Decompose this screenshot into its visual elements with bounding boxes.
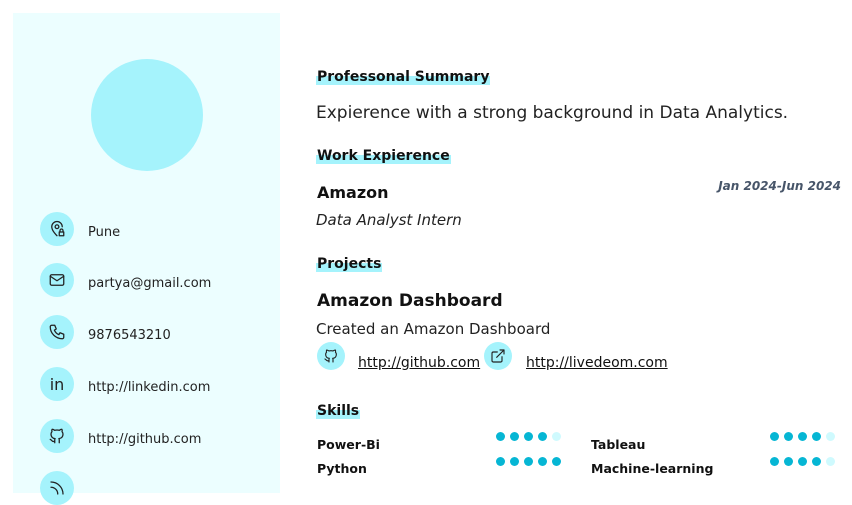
mail-icon (40, 263, 74, 297)
github-icon (40, 419, 74, 453)
contact-location: Pune (40, 212, 120, 246)
skill-name: Machine-learning (591, 461, 714, 476)
rating-dot-filled (524, 432, 533, 441)
job-role: Data Analyst Intern (316, 211, 462, 229)
contact-phone: 9876543210 (40, 315, 171, 349)
rating-dot-empty (826, 432, 835, 441)
skill-rating (496, 432, 561, 441)
phone-text: 9876543210 (88, 328, 171, 343)
external-link-icon[interactable] (484, 342, 512, 370)
rating-dot-filled (784, 457, 793, 466)
github-link-icon[interactable] (317, 342, 345, 370)
rating-dot-filled (812, 457, 821, 466)
rating-dot-filled (524, 457, 533, 466)
rating-dot-filled (798, 432, 807, 441)
project-live-link[interactable]: http://livedeom.com (526, 355, 668, 371)
project-github-link[interactable]: http://github.com (358, 355, 480, 371)
map-pin-icon (40, 212, 74, 246)
contact-partial (40, 471, 74, 505)
skills-heading: Skills (316, 403, 361, 419)
linkedin-icon: in (40, 367, 74, 401)
contact-linkedin[interactable]: in http://linkedin.com (40, 367, 210, 401)
rating-dot-filled (812, 432, 821, 441)
skill-rating (770, 432, 835, 441)
sidebar: Pune partya@gmail.com 9876543210 in http… (13, 13, 280, 505)
summary-text: Expierence with a strong background in D… (316, 103, 789, 123)
rating-dot-filled (784, 432, 793, 441)
github-text[interactable]: http://github.com (88, 432, 201, 447)
work-heading: Work Expierence (316, 148, 451, 164)
project-name: Amazon Dashboard (317, 291, 503, 311)
skill-rating (496, 457, 561, 466)
rating-dot-filled (770, 457, 779, 466)
skill-name: Tableau (591, 437, 646, 452)
rating-dot-filled (496, 432, 505, 441)
linkedin-text[interactable]: http://linkedin.com (88, 380, 210, 395)
rating-dot-filled (496, 457, 505, 466)
contact-email: partya@gmail.com (40, 263, 211, 297)
rating-dot-filled (798, 457, 807, 466)
skill-name: Python (317, 461, 367, 476)
rating-dot-empty (552, 432, 561, 441)
rating-dot-empty (826, 457, 835, 466)
skill-rating (770, 457, 835, 466)
rating-dot-filled (538, 457, 547, 466)
avatar (91, 59, 203, 171)
skill-name: Power-Bi (317, 437, 380, 452)
rating-dot-filled (538, 432, 547, 441)
contact-github[interactable]: http://github.com (40, 419, 201, 453)
company-name: Amazon (317, 183, 389, 202)
projects-heading: Projects (316, 256, 383, 272)
rating-dot-filled (510, 432, 519, 441)
project-description: Created an Amazon Dashboard (316, 320, 551, 338)
rating-dot-filled (510, 457, 519, 466)
phone-icon (40, 315, 74, 349)
rss-icon (40, 471, 74, 505)
work-dates: Jan 2024-Jun 2024 (718, 179, 841, 193)
summary-heading: Professonal Summary (316, 69, 491, 85)
rating-dot-filled (770, 432, 779, 441)
email-text: partya@gmail.com (88, 276, 212, 291)
location-text: Pune (88, 225, 121, 240)
rating-dot-filled (552, 457, 561, 466)
